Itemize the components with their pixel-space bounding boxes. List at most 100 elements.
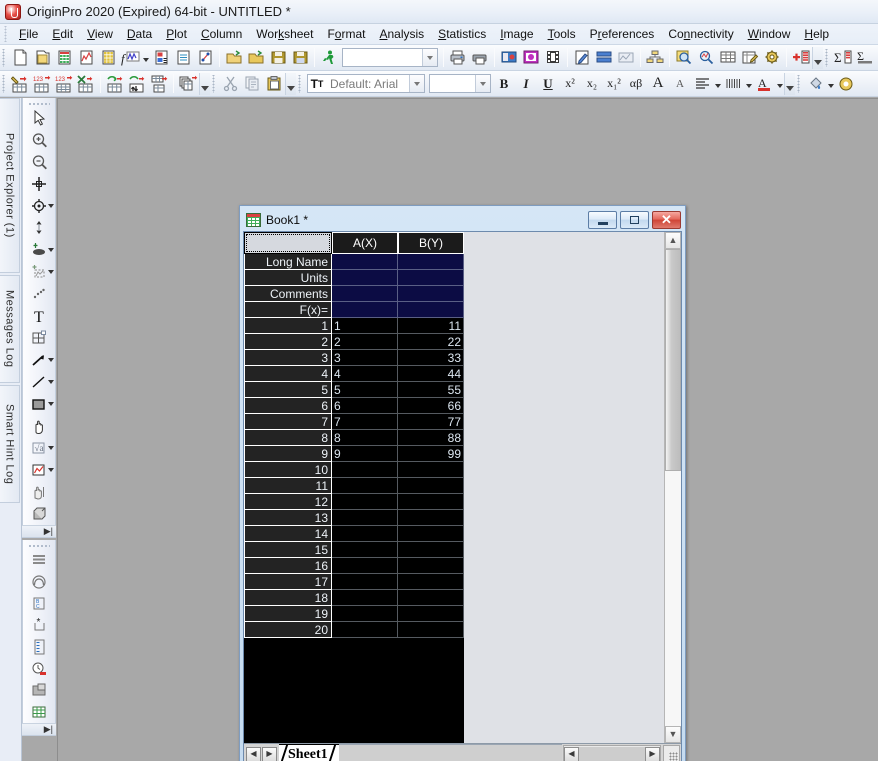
underline-button[interactable]: U xyxy=(537,73,559,95)
font-family-combo[interactable]: TT Default: Arial xyxy=(307,74,425,93)
new-layout-icon[interactable] xyxy=(150,47,172,69)
chevron-down-icon[interactable] xyxy=(48,402,54,407)
toolbar-overflow-button[interactable] xyxy=(285,72,296,95)
cell-B-2[interactable]: 22 xyxy=(398,334,464,350)
column-header-A[interactable]: A(X) xyxy=(332,232,398,254)
data-reader-tool[interactable] xyxy=(23,195,55,217)
scroll-right-button[interactable]: ▶ xyxy=(645,746,660,761)
move-columns-icon[interactable] xyxy=(126,73,148,95)
clock-stamp-tool[interactable] xyxy=(23,658,55,680)
row-header[interactable]: 11 xyxy=(244,478,332,494)
menu-window[interactable]: Window xyxy=(741,25,798,43)
menu-help[interactable]: Help xyxy=(797,25,836,43)
minimize-button[interactable] xyxy=(588,211,617,229)
menu-connectivity[interactable]: Connectivity xyxy=(661,25,740,43)
worksheet-vertical-scrollbar[interactable]: ▲ ▼ xyxy=(664,232,681,743)
menubar-grip[interactable] xyxy=(3,26,10,42)
meta-cell-A-comments[interactable] xyxy=(332,286,398,302)
toolbar-grip[interactable] xyxy=(796,74,803,93)
row-header[interactable]: 10 xyxy=(244,462,332,478)
rows-layout-icon[interactable] xyxy=(593,47,615,69)
new-excel-icon[interactable] xyxy=(194,47,216,69)
layer-contents-tool[interactable] xyxy=(23,549,55,571)
open-excel-icon[interactable] xyxy=(245,47,267,69)
cell-A-20[interactable] xyxy=(332,622,398,638)
cell-A-16[interactable] xyxy=(332,558,398,574)
open-icon[interactable] xyxy=(223,47,245,69)
cell-B-11[interactable] xyxy=(398,478,464,494)
cell-B-12[interactable] xyxy=(398,494,464,510)
script-window-combo[interactable] xyxy=(342,48,438,67)
chevron-down-icon[interactable] xyxy=(48,270,54,275)
cell-B-16[interactable] xyxy=(398,558,464,574)
row-header[interactable]: 1 xyxy=(244,318,332,334)
cell-B-4[interactable]: 44 xyxy=(398,366,464,382)
row-header[interactable]: 20 xyxy=(244,622,332,638)
print-preview-icon[interactable] xyxy=(469,47,491,69)
gear-icon[interactable] xyxy=(761,47,783,69)
results-log-icon[interactable] xyxy=(520,47,542,69)
meta-cell-A-units[interactable] xyxy=(332,270,398,286)
toolbar-overflow-button[interactable] xyxy=(199,72,210,95)
sheet-next-button[interactable]: ▶ xyxy=(262,746,277,761)
chevron-down-icon[interactable] xyxy=(48,446,54,451)
worksheet-edit-icon[interactable] xyxy=(739,47,761,69)
rescale-tool[interactable]: BC xyxy=(23,593,55,615)
row-header[interactable]: 14 xyxy=(244,526,332,542)
merge-windows-tool[interactable] xyxy=(23,680,55,702)
menu-format[interactable]: Format xyxy=(320,25,372,43)
new-graph-icon[interactable] xyxy=(75,47,97,69)
chevron-down-icon[interactable] xyxy=(48,380,54,385)
superscript-button[interactable]: x² xyxy=(559,73,581,95)
toolbar-grip[interactable] xyxy=(1,74,8,93)
cell-A-3[interactable]: 3 xyxy=(332,350,398,366)
meta-row-label[interactable]: F(x)= xyxy=(244,302,332,318)
cell-B-8[interactable]: 88 xyxy=(398,430,464,446)
align-icon[interactable] xyxy=(691,73,713,95)
row-header[interactable]: 12 xyxy=(244,494,332,510)
row-header[interactable]: 13 xyxy=(244,510,332,526)
chevron-down-icon[interactable] xyxy=(48,248,54,253)
menu-data[interactable]: Data xyxy=(120,25,159,43)
horizontal-scroll-track[interactable] xyxy=(579,746,645,761)
meta-cell-B-units[interactable] xyxy=(398,270,464,286)
menu-tools[interactable]: Tools xyxy=(541,25,583,43)
row-header[interactable]: 18 xyxy=(244,590,332,606)
toolbar-grip[interactable] xyxy=(211,74,218,93)
chevron-down-icon[interactable] xyxy=(48,204,54,209)
row-header[interactable]: 17 xyxy=(244,574,332,590)
rectangle-tool[interactable] xyxy=(23,393,55,415)
super-subscript-button[interactable]: x₁² xyxy=(603,73,625,95)
arrow-tool[interactable] xyxy=(23,349,55,371)
cell-A-14[interactable] xyxy=(332,526,398,542)
cross-data-icon[interactable] xyxy=(75,73,97,95)
maximize-button[interactable] xyxy=(620,211,649,229)
cell-A-9[interactable]: 9 xyxy=(332,446,398,462)
menu-edit[interactable]: Edit xyxy=(45,25,80,43)
zoom-in-icon[interactable] xyxy=(673,47,695,69)
menu-plot[interactable]: Plot xyxy=(159,25,194,43)
cell-B-18[interactable] xyxy=(398,590,464,606)
data-selector-tool[interactable] xyxy=(23,217,55,239)
rotate-tool[interactable] xyxy=(23,481,55,503)
menu-column[interactable]: Column xyxy=(194,25,249,43)
cell-B-13[interactable] xyxy=(398,510,464,526)
text-tool[interactable]: T xyxy=(23,305,55,327)
cell-A-2[interactable]: 2 xyxy=(332,334,398,350)
menu-worksheet[interactable]: Worksheet xyxy=(249,25,320,43)
toolbar-overflow-button[interactable] xyxy=(784,72,795,95)
meta-cell-B-comments[interactable] xyxy=(398,286,464,302)
zoom-in-tool[interactable] xyxy=(23,129,55,151)
cell-A-15[interactable] xyxy=(332,542,398,558)
vertical-scroll-track[interactable] xyxy=(665,471,681,726)
line-tool[interactable] xyxy=(23,371,55,393)
cell-B-17[interactable] xyxy=(398,574,464,590)
dock-tab-project-explorer[interactable]: Project Explorer (1) xyxy=(0,98,20,273)
copy-columns-icon[interactable] xyxy=(177,73,199,95)
cell-A-5[interactable]: 5 xyxy=(332,382,398,398)
cell-B-20[interactable] xyxy=(398,622,464,638)
cut-icon[interactable] xyxy=(219,73,241,95)
palette-grip[interactable] xyxy=(28,542,50,550)
cell-A-18[interactable] xyxy=(332,590,398,606)
horizontal-scrollbar[interactable]: ◀ ▶ xyxy=(563,745,661,761)
